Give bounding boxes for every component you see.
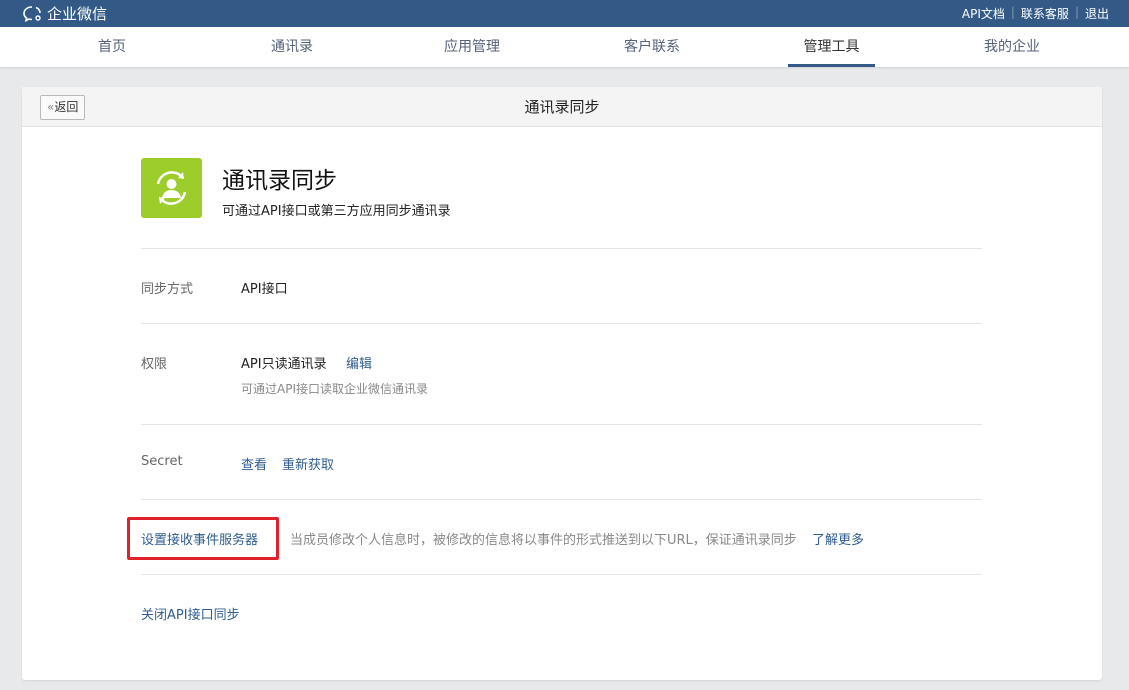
support-link[interactable]: 联系客服 <box>1015 5 1075 22</box>
main-nav: 首页 通讯录 应用管理 客户联系 管理工具 我的企业 <box>0 27 1129 67</box>
view-secret-link[interactable]: 查看 <box>241 454 267 473</box>
permission-label: 权限 <box>141 357 168 372</box>
tab-customers[interactable]: 客户联系 <box>608 27 696 67</box>
tab-apps[interactable]: 应用管理 <box>428 27 516 67</box>
api-docs-link[interactable]: API文档 <box>956 5 1011 22</box>
sync-card: «返回 通讯录同步 通讯录同步 可通过API接口或第三方应用同步通讯录 同步方式… <box>22 87 1102 680</box>
page-title: 通讯录同步 <box>524 98 600 116</box>
permission-note: 可通过API接口读取企业微信通讯录 <box>241 382 428 396</box>
back-label: 返回 <box>54 100 79 114</box>
event-description: 当成员修改个人信息时，被修改的信息将以事件的形式推送到以下URL，保证通讯录同步 <box>290 533 797 548</box>
divider <box>141 499 982 500</box>
sync-method-value: API接口 <box>241 282 288 297</box>
secret-label: Secret <box>141 454 183 469</box>
tab-tools[interactable]: 管理工具 <box>788 27 875 67</box>
divider <box>141 424 982 425</box>
logo[interactable]: 企业微信 <box>22 3 107 24</box>
tab-contacts[interactable]: 通讯录 <box>248 27 336 67</box>
wechat-work-logo-icon <box>23 5 41 22</box>
divider <box>141 323 982 324</box>
learn-more-link[interactable]: 了解更多 <box>812 529 864 548</box>
app-title: 通讯录同步 <box>222 168 337 194</box>
back-button[interactable]: «返回 <box>40 95 86 120</box>
divider <box>141 248 982 249</box>
top-bar: 企业微信 API文档 | 联系客服 | 退出 <box>0 0 1129 27</box>
disable-api-sync-link[interactable]: 关闭API接口同步 <box>141 604 240 623</box>
permission-value: API只读通讯录 <box>241 357 327 372</box>
edit-permission-link[interactable]: 编辑 <box>346 353 372 372</box>
contact-sync-icon <box>141 158 202 218</box>
refresh-secret-link[interactable]: 重新获取 <box>282 454 334 473</box>
divider <box>141 574 982 575</box>
logout-link[interactable]: 退出 <box>1079 5 1115 22</box>
logo-text: 企业微信 <box>47 5 108 23</box>
app-description: 可通过API接口或第三方应用同步通讯录 <box>222 204 451 219</box>
sync-method-label: 同步方式 <box>141 282 194 297</box>
set-event-server-link[interactable]: 设置接收事件服务器 <box>141 529 258 548</box>
tab-home[interactable]: 首页 <box>68 27 156 67</box>
tab-my-company[interactable]: 我的企业 <box>968 27 1056 67</box>
